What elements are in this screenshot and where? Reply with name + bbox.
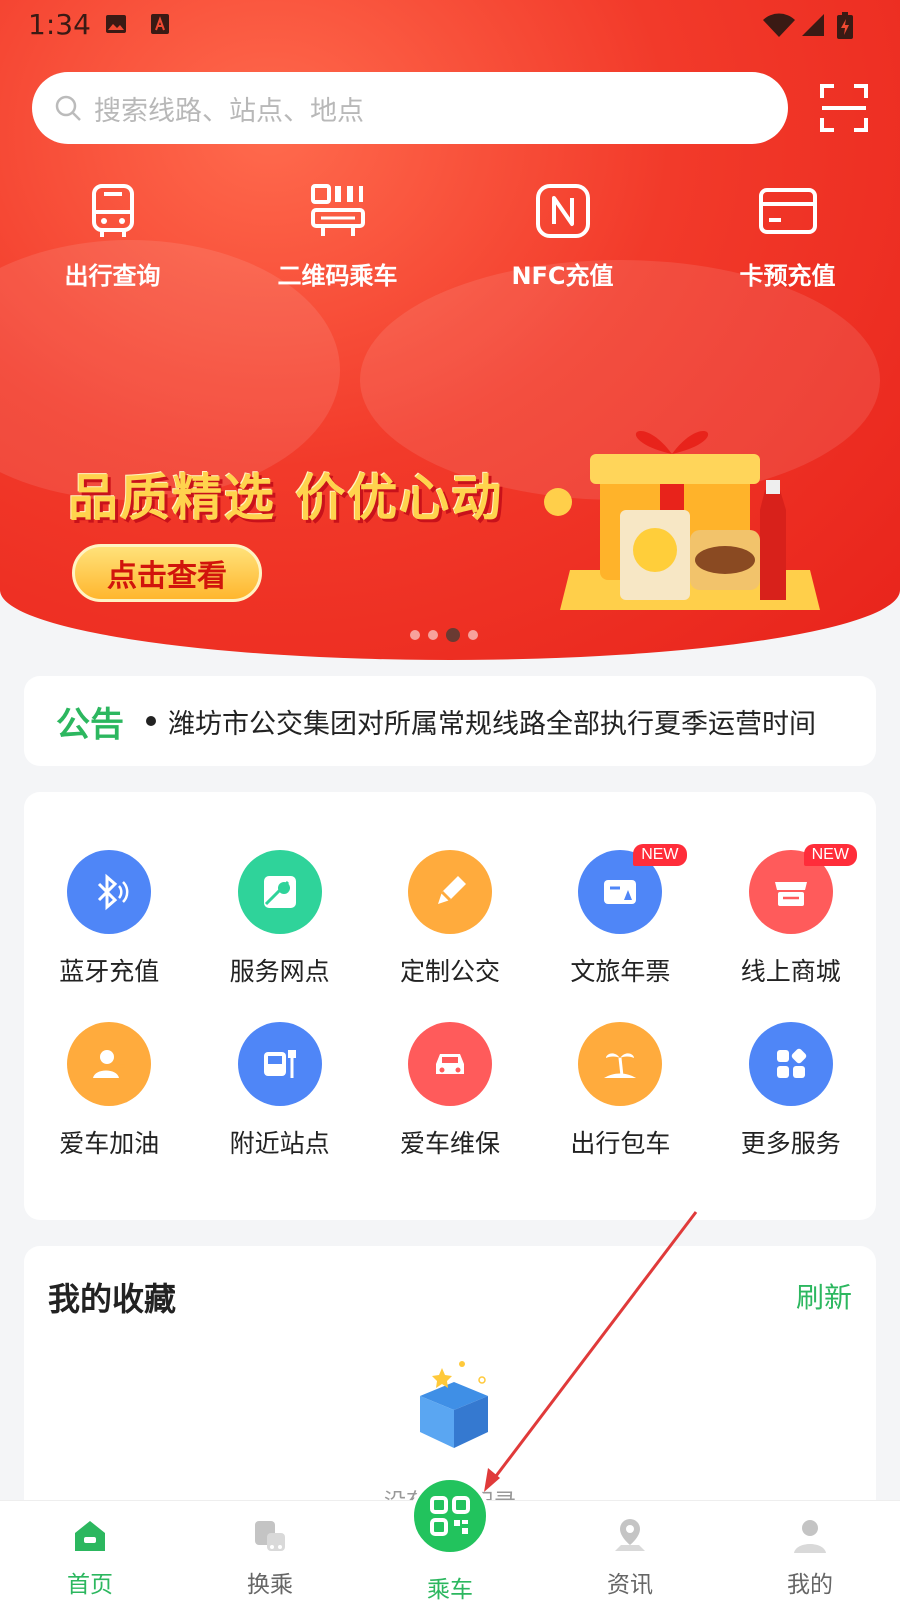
service-more[interactable]: 更多服务 bbox=[706, 1022, 876, 1160]
fuel-user-icon bbox=[93, 1050, 126, 1078]
notice-text: 潍坊市公交集团对所属常规线路全部执行夏季运营时间 bbox=[168, 708, 816, 740]
service-icon-circle bbox=[407, 1022, 492, 1106]
quick-label: 二维码乘车 bbox=[277, 262, 398, 290]
service-nearby-stops[interactable]: 附近站点 bbox=[194, 1022, 364, 1160]
ticket-icon bbox=[604, 880, 637, 904]
quick-label: 卡预充值 bbox=[739, 262, 836, 290]
service-label: 服务网点 bbox=[229, 957, 330, 986]
gift-box-illustration bbox=[544, 430, 820, 610]
tab-label: 换乘 bbox=[247, 1572, 293, 1598]
battery-icon bbox=[837, 12, 853, 39]
pencil-icon bbox=[437, 876, 466, 904]
page-dot[interactable] bbox=[468, 630, 478, 640]
service-label: 出行包车 bbox=[570, 1129, 671, 1158]
service-travel-pass[interactable]: NEW 文旅年票 bbox=[535, 844, 705, 988]
service-label: 附近站点 bbox=[229, 1129, 330, 1158]
service-car-fuel[interactable]: 爱车加油 bbox=[24, 1022, 194, 1160]
service-outlets[interactable]: 服务网点 bbox=[194, 850, 364, 988]
font-notification-icon bbox=[151, 14, 169, 34]
news-icon bbox=[615, 1519, 645, 1551]
store-icon bbox=[774, 882, 807, 906]
car-icon bbox=[435, 1054, 464, 1074]
quick-nfc-topup[interactable]: NFC充值 bbox=[450, 180, 675, 291]
quick-qr-ride[interactable]: 二维码乘车 bbox=[225, 180, 450, 291]
quick-trip-query[interactable]: 出行查询 bbox=[0, 180, 225, 291]
user-icon bbox=[794, 1520, 826, 1553]
service-label: 定制公交 bbox=[399, 957, 500, 986]
service-label: 蓝牙充值 bbox=[59, 957, 160, 986]
service-icon-circle bbox=[578, 1022, 663, 1106]
ride-label: 乘车 bbox=[427, 1577, 473, 1600]
tab-transfer[interactable]: 换乘 bbox=[180, 1501, 360, 1600]
status-time: 1:34 bbox=[28, 8, 91, 41]
tab-label: 我的 bbox=[787, 1572, 833, 1598]
quick-label: NFC充值 bbox=[511, 262, 614, 290]
service-custom-bus[interactable]: 定制公交 bbox=[365, 850, 535, 988]
transfer-icon bbox=[255, 1521, 285, 1551]
scan-icon[interactable] bbox=[818, 82, 870, 134]
image-notification-icon bbox=[106, 15, 126, 33]
search-placeholder: 搜索线路、站点、地点 bbox=[94, 95, 364, 127]
card-icon bbox=[758, 188, 817, 234]
service-label: 爱车加油 bbox=[59, 1129, 160, 1158]
service-label: 更多服务 bbox=[740, 1129, 841, 1158]
page-dot[interactable] bbox=[410, 630, 420, 640]
service-car-maintenance[interactable]: 爱车维保 bbox=[365, 1022, 535, 1160]
banner-cta-button[interactable]: 点击查看 bbox=[72, 544, 262, 602]
search-icon bbox=[55, 95, 81, 121]
service-icon-circle bbox=[237, 1022, 322, 1106]
service-icon-circle bbox=[237, 850, 322, 934]
tab-news[interactable]: 资讯 bbox=[540, 1501, 720, 1600]
qr-code-icon bbox=[430, 1496, 470, 1536]
service-charter[interactable]: 出行包车 bbox=[535, 1022, 705, 1160]
services-grid: 蓝牙充值 服务网点 定制公交 NEW 文旅年票 NEW 线上商城 爱车加油 附近… bbox=[24, 844, 876, 1160]
map-pin-icon bbox=[263, 876, 296, 908]
refresh-button[interactable]: 刷新 bbox=[796, 1276, 852, 1316]
service-icon-circle bbox=[67, 1022, 152, 1106]
banner-pagination bbox=[410, 628, 478, 642]
bus-stop-icon bbox=[263, 1050, 296, 1078]
status-bar: 1:34 bbox=[0, 0, 900, 48]
banner-headline: 品质精选 价优心动 bbox=[68, 469, 504, 527]
page-dot-active[interactable] bbox=[446, 628, 460, 642]
quick-label: 出行查询 bbox=[64, 262, 161, 290]
wifi-icon bbox=[763, 13, 795, 37]
service-icon-circle bbox=[407, 850, 492, 934]
signal-icon bbox=[802, 14, 824, 36]
ride-qr-button[interactable] bbox=[410, 1476, 490, 1556]
notice-bullet bbox=[146, 716, 156, 726]
home-icon bbox=[75, 1521, 105, 1551]
grid-icon bbox=[776, 1048, 807, 1078]
quick-card-topup[interactable]: 卡预充值 bbox=[675, 180, 900, 291]
notice-bar[interactable]: 公告 潍坊市公交集团对所属常规线路全部执行夏季运营时间 bbox=[24, 676, 876, 766]
page-dot[interactable] bbox=[428, 630, 438, 640]
tab-home[interactable]: 首页 bbox=[0, 1501, 180, 1600]
promo-banner[interactable]: 品质精选 价优心动 点击查看 bbox=[0, 400, 900, 650]
tab-label: 首页 bbox=[67, 1572, 113, 1598]
notice-tag: 公告 bbox=[56, 704, 124, 745]
empty-box-icon bbox=[420, 1361, 488, 1448]
service-online-mall[interactable]: NEW 线上商城 bbox=[706, 844, 876, 988]
service-label: 爱车维保 bbox=[399, 1129, 500, 1158]
service-bluetooth-topup[interactable]: 蓝牙充值 bbox=[24, 850, 194, 988]
nfc-icon bbox=[535, 184, 590, 238]
search-input[interactable]: 搜索线路、站点、地点 bbox=[32, 72, 788, 144]
new-badge: NEW bbox=[803, 844, 857, 866]
qr-ride-icon bbox=[310, 184, 365, 236]
bus-icon bbox=[91, 184, 134, 237]
bluetooth-icon bbox=[98, 873, 129, 911]
favorites-title: 我的收藏 bbox=[48, 1280, 177, 1318]
service-icon-circle bbox=[748, 1022, 833, 1106]
service-label: 线上商城 bbox=[740, 957, 841, 986]
quick-actions: 出行查询 二维码乘车 NFC充值 卡预充值 bbox=[0, 180, 900, 291]
service-label: 文旅年票 bbox=[570, 957, 671, 986]
tab-mine[interactable]: 我的 bbox=[720, 1501, 900, 1600]
palm-tree-icon bbox=[604, 1053, 637, 1078]
new-badge: NEW bbox=[633, 844, 687, 866]
tab-label: 资讯 bbox=[607, 1572, 653, 1598]
service-icon-circle bbox=[67, 850, 152, 934]
